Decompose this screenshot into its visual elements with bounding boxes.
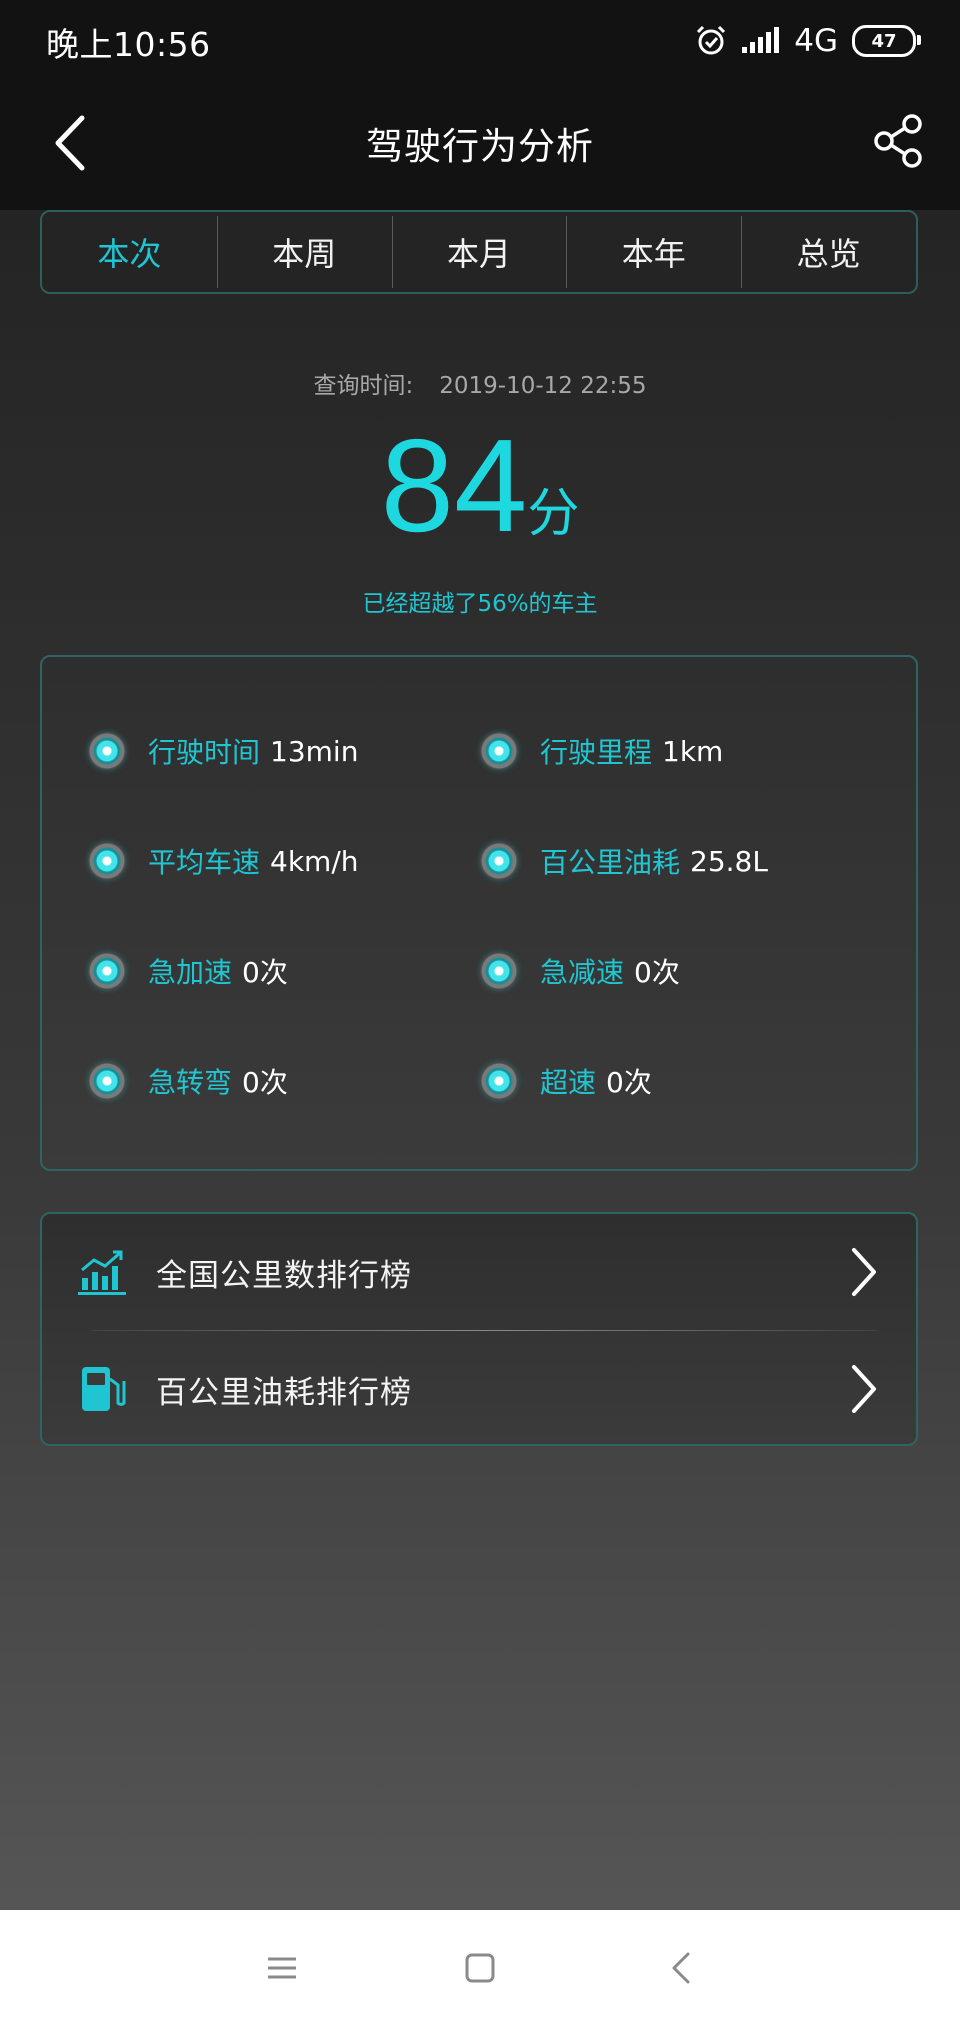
- trip-stats-card: 行驶时间 13min 行驶里程 1km 平均车速 4km/h 百公里油耗 25.…: [40, 655, 918, 1171]
- stat-value: 25.8L: [690, 844, 768, 878]
- rankings-card: 全国公里数排行榜 百公里油耗排行榜: [40, 1212, 918, 1446]
- period-tabs: 本次 本周 本月 本年 总览: [40, 210, 918, 294]
- query-time-label: 查询时间:: [313, 373, 414, 399]
- bullet-icon: [480, 842, 518, 880]
- query-time-value: 2019-10-12 22:55: [439, 373, 647, 399]
- stat-label: 急减速: [540, 956, 625, 989]
- stat-avg-speed: 平均车速 4km/h: [88, 831, 359, 891]
- ranking-label: 全国公里数排行榜: [156, 1257, 412, 1294]
- stat-label: 平均车速: [148, 846, 261, 879]
- stat-label: 急加速: [148, 956, 233, 989]
- fuel-pump-icon: [82, 1367, 126, 1411]
- battery-icon: 47: [852, 25, 921, 57]
- stat-mileage: 行驶里程 1km: [480, 721, 723, 781]
- bullet-icon: [88, 842, 126, 880]
- query-time: 查询时间: 2019-10-12 22:55: [0, 366, 960, 400]
- bullet-icon: [88, 732, 126, 770]
- bar-chart-icon: [78, 1250, 126, 1295]
- back-nav-icon[interactable]: [662, 1948, 702, 1988]
- bullet-icon: [88, 952, 126, 990]
- tab-this-year[interactable]: 本年: [566, 212, 741, 292]
- tab-this-week[interactable]: 本周: [216, 212, 392, 292]
- stat-label: 行驶里程: [540, 736, 653, 769]
- score-value: 84: [380, 412, 528, 559]
- status-time: 晚上10:56: [46, 25, 211, 64]
- stat-sharp-turn: 急转弯 0次: [88, 1051, 288, 1111]
- surpass-text: 已经超越了56%的车主: [362, 591, 598, 617]
- title-bar: 驾驶行为分析: [0, 82, 960, 210]
- fuel-ranking-link[interactable]: 百公里油耗排行榜: [42, 1331, 916, 1447]
- menu-icon[interactable]: [262, 1948, 302, 1988]
- tab-this-month[interactable]: 本月: [391, 212, 567, 292]
- bullet-icon: [480, 732, 518, 770]
- score-unit: 分: [527, 484, 580, 544]
- stat-value: 4km/h: [270, 844, 359, 878]
- page-title: 驾驶行为分析: [366, 125, 594, 168]
- ranking-label: 百公里油耗排行榜: [156, 1374, 412, 1411]
- status-icons: 4G 47: [694, 18, 921, 64]
- stat-fuel-consumption: 百公里油耗 25.8L: [480, 831, 768, 891]
- tab-this-trip[interactable]: 本次: [42, 212, 217, 292]
- bullet-icon: [88, 1062, 126, 1100]
- bullet-icon: [480, 1062, 518, 1100]
- navigation-bar: [0, 1910, 960, 2026]
- home-icon[interactable]: [460, 1948, 500, 1988]
- network-type: 4G: [794, 23, 838, 59]
- stat-label: 行驶时间: [148, 736, 261, 769]
- stat-value: 0次: [242, 956, 288, 989]
- chevron-right-icon: [852, 1365, 876, 1413]
- stat-value: 0次: [634, 956, 680, 989]
- stat-value: 0次: [606, 1066, 652, 1099]
- stat-label: 急转弯: [148, 1066, 233, 1099]
- driving-score: 84分: [0, 420, 960, 552]
- stat-drive-time: 行驶时间 13min: [88, 721, 358, 781]
- tab-overview[interactable]: 总览: [741, 212, 916, 292]
- signal-icon: [742, 27, 780, 53]
- chevron-right-icon: [852, 1248, 876, 1296]
- stat-value: 13min: [270, 734, 359, 768]
- stat-hard-braking: 急减速 0次: [480, 941, 680, 1001]
- stat-value: 0次: [242, 1066, 288, 1099]
- battery-level: 47: [871, 30, 897, 52]
- status-bar: 晚上10:56 4G 47: [0, 0, 960, 82]
- stat-value: 1km: [662, 734, 724, 768]
- stat-label: 超速: [540, 1066, 597, 1099]
- stat-speeding: 超速 0次: [480, 1051, 652, 1111]
- stat-label: 百公里油耗: [540, 846, 681, 879]
- stat-hard-acceleration: 急加速 0次: [88, 941, 288, 1001]
- bullet-icon: [480, 952, 518, 990]
- alarm-icon: [697, 25, 726, 55]
- share-icon[interactable]: [868, 110, 930, 172]
- mileage-ranking-link[interactable]: 全国公里数排行榜: [42, 1214, 916, 1330]
